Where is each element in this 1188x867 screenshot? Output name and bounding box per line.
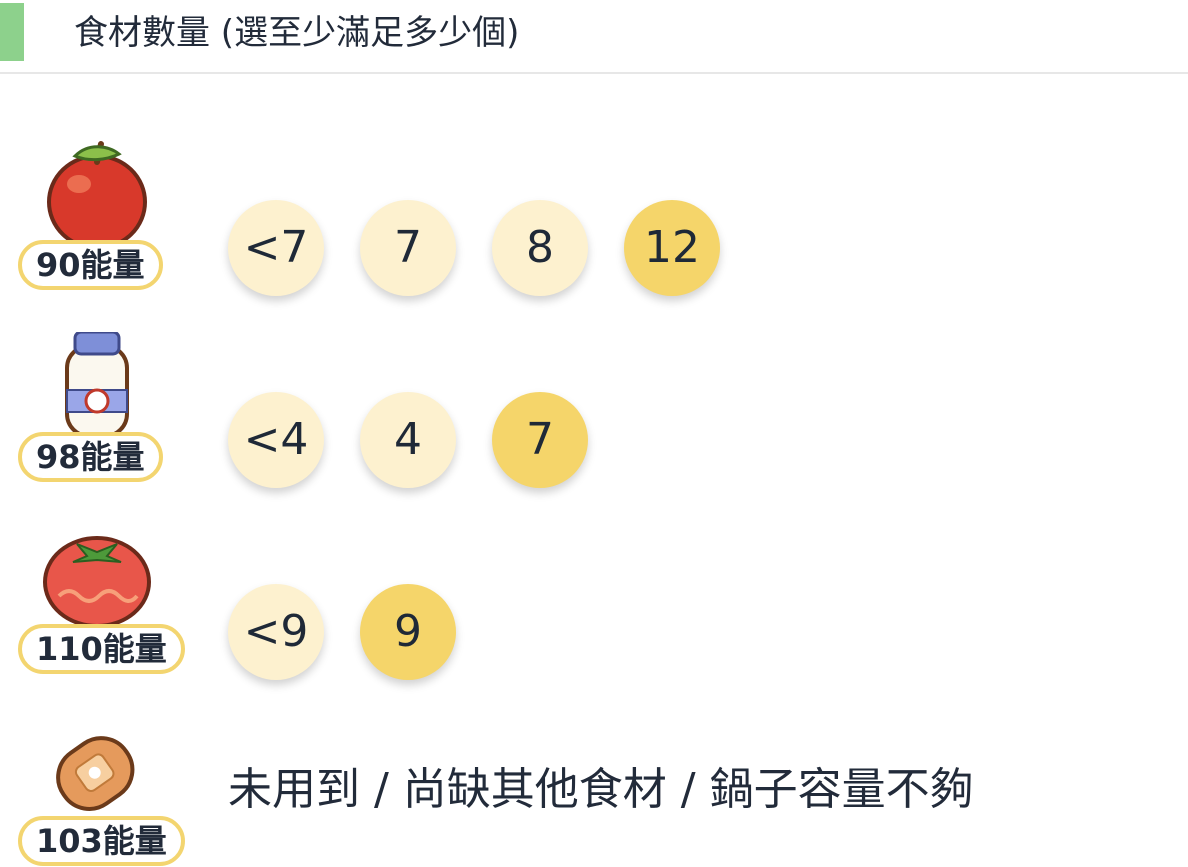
quantity-option-button[interactable]: <9 — [228, 584, 324, 680]
quantity-option-button-selected[interactable]: 12 — [624, 200, 720, 296]
quantity-option-button-selected[interactable]: 7 — [492, 392, 588, 488]
section-title: 食材數量 (選至少滿足多少個) — [74, 13, 520, 53]
ingredient-row-apple: 90能量 <7 7 8 12 — [0, 140, 1188, 296]
ingredient-potato: 103能量 — [14, 716, 185, 866]
quantity-option-button[interactable]: 4 — [360, 392, 456, 488]
ingredient-row-milk: 98能量 <4 4 7 — [0, 332, 1188, 488]
ingredient-row-tomato: 110能量 <9 9 — [0, 524, 1188, 680]
energy-badge: 98能量 — [18, 432, 163, 482]
apple-icon — [47, 141, 147, 240]
potato-icon — [56, 736, 135, 811]
energy-badge: 90能量 — [18, 240, 163, 290]
ingredient-tomato: 110能量 — [14, 524, 185, 674]
quantity-option-button-selected[interactable]: 9 — [360, 584, 456, 680]
quantity-option-button[interactable]: <7 — [228, 200, 324, 296]
energy-badge: 110能量 — [18, 624, 185, 674]
energy-badge: 103能量 — [18, 816, 185, 866]
section-header: 食材數量 (選至少滿足多少個) — [0, 0, 1188, 74]
ingredient-milk: 98能量 — [14, 332, 180, 482]
quantity-option-button[interactable]: 8 — [492, 200, 588, 296]
quantity-option-button[interactable]: <4 — [228, 392, 324, 488]
header-accent-bar — [0, 3, 24, 61]
tomato-icon — [43, 536, 151, 624]
quantity-option-button[interactable]: 7 — [360, 200, 456, 296]
ingredient-apple: 90能量 — [14, 140, 180, 290]
ingredient-row-potato: 103能量 未用到 / 尚缺其他食材 / 鍋子容量不夠 — [0, 716, 1188, 866]
milk-bottle-icon — [65, 332, 129, 432]
status-text: 未用到 / 尚缺其他食材 / 鍋子容量不夠 — [228, 764, 974, 815]
